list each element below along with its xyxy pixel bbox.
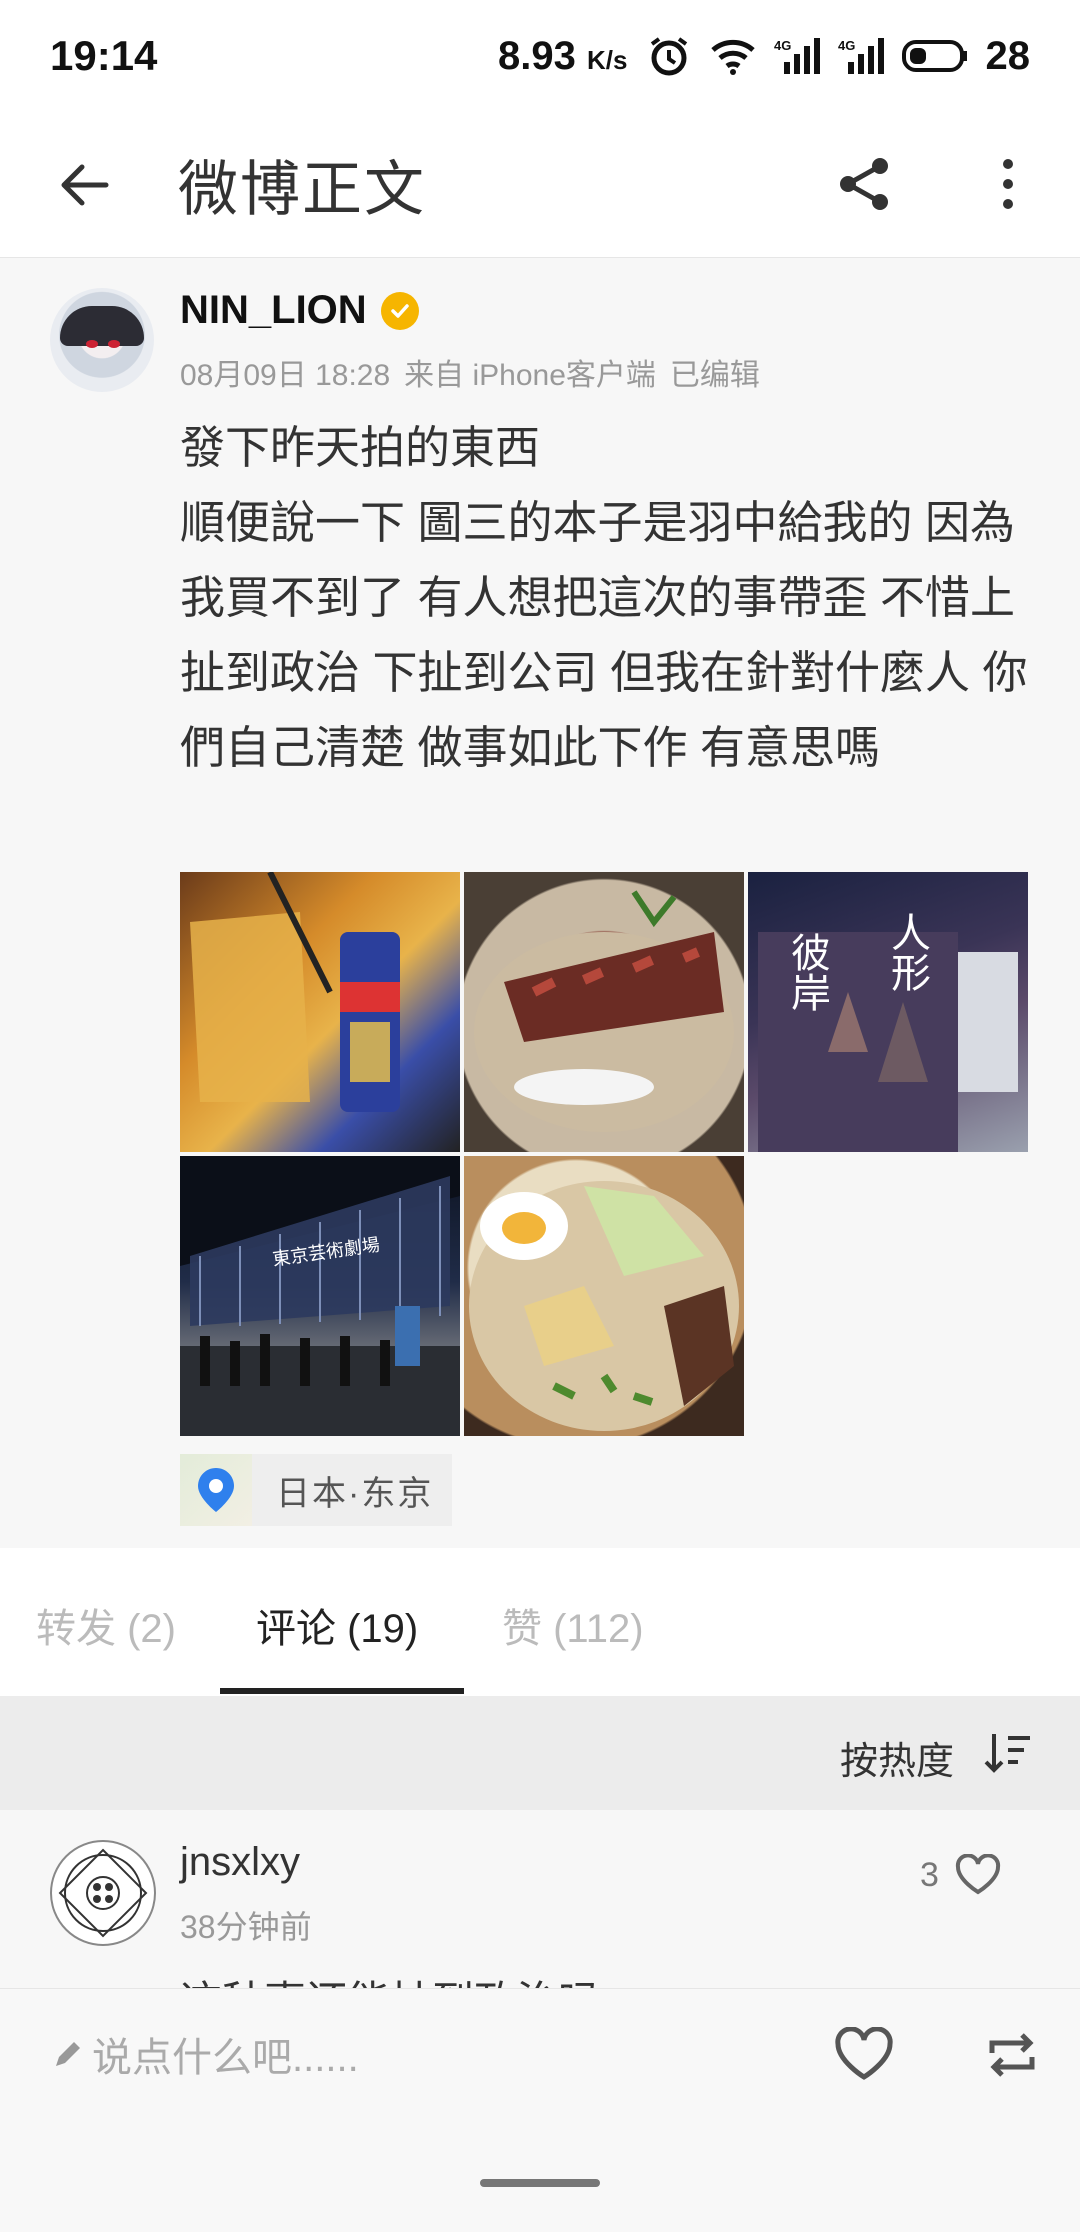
status-time: 19:14: [50, 32, 158, 79]
comment-text: 这种事还能扯到政治吗: [180, 1968, 600, 1988]
photo3-caption-right: 人形: [884, 912, 930, 992]
post-tabs: 转发 (2) 评论 (19) 赞 (112): [0, 1548, 1080, 1696]
comment-sort-bar: 按热度: [0, 1696, 1080, 1810]
share-icon[interactable]: [834, 154, 894, 214]
location-map-thumb: [180, 1454, 252, 1526]
active-tab-indicator: [220, 1688, 464, 1694]
photo-book[interactable]: 彼岸 人形: [748, 872, 1028, 1152]
tab-comment[interactable]: 评论 (19): [256, 1596, 418, 1654]
location-text: 日本·东京: [276, 1474, 434, 1513]
svg-text:4G: 4G: [774, 38, 791, 53]
comment-author[interactable]: jnsxlxy: [180, 1840, 300, 1885]
photo-theater[interactable]: 東京芸術劇場: [180, 1156, 460, 1436]
network-speed-unit: K/s: [587, 44, 628, 75]
post-card: NIN_LION 08月09日 18:28 来自 iPhone客户端 已编辑 發下昨…: [0, 258, 1080, 1548]
heart-icon: [955, 1854, 1000, 1895]
avatar[interactable]: [50, 288, 154, 392]
network-speed: 8.93 K/s: [498, 33, 628, 78]
post-source: 来自 iPhone客户端: [404, 359, 656, 392]
post-text: 發下昨天拍的東西 順便說一下 圖三的本子是羽中給我的 因為我買不到了 有人想把這…: [180, 422, 1028, 773]
comment-item: jnsxlxy 38分钟前 3 这种事还能扯到政治吗: [0, 1810, 1080, 1988]
comment-input-placeholder: 说点什么吧......: [92, 2036, 359, 2080]
photo-ramen[interactable]: [464, 1156, 744, 1436]
signal-4g-icon: 4G: [838, 38, 884, 74]
post-meta: 08月09日 18:28 来自 iPhone客户端 已编辑: [180, 350, 774, 394]
sort-icon[interactable]: [984, 1730, 1032, 1776]
status-bar: 19:14 8.93 K/s 4G 4G 28: [0, 0, 1080, 112]
wifi-icon: [710, 39, 755, 75]
more-options-icon[interactable]: [996, 154, 1020, 214]
top-app-bar: 微博正文: [0, 112, 1080, 258]
photo3-caption-left: 彼岸: [784, 932, 830, 1012]
page-title: 微博正文: [178, 156, 426, 223]
post-author-name[interactable]: NIN_LION: [180, 288, 367, 333]
status-icons: 8.93 K/s 4G 4G 28: [498, 34, 1030, 79]
back-arrow-icon[interactable]: [56, 157, 112, 213]
comment-like-button[interactable]: 3: [920, 1854, 1001, 1896]
sort-label[interactable]: 按热度: [840, 1730, 954, 1785]
svg-text:4G: 4G: [838, 38, 855, 53]
like-heart-icon[interactable]: [834, 2027, 894, 2083]
alarm-icon: [650, 37, 687, 76]
tab-repost[interactable]: 转发 (2): [36, 1596, 176, 1654]
comment-input[interactable]: 说点什么吧......: [50, 2025, 359, 2083]
location-pin-icon: [198, 1468, 234, 1512]
home-indicator: [480, 2179, 600, 2187]
post-edited-label: 已编辑: [669, 359, 760, 392]
photo-drink[interactable]: [180, 872, 460, 1152]
battery-icon: [901, 40, 967, 72]
comment-like-count: 3: [920, 1855, 939, 1894]
tab-like[interactable]: 赞 (112): [502, 1596, 644, 1654]
comment-avatar[interactable]: [50, 1840, 156, 1946]
pencil-icon: [56, 2042, 80, 2066]
verified-badge-icon: [380, 291, 419, 330]
post-date: 08月09日 18:28: [180, 359, 391, 392]
location-tag[interactable]: 日本·东京: [180, 1454, 452, 1526]
bottom-action-bar: 说点什么吧......: [0, 1988, 1080, 2232]
battery-level: 28: [985, 33, 1031, 78]
signal-4g-icon: 4G: [774, 38, 820, 74]
repost-icon[interactable]: [984, 2027, 1040, 2083]
comment-time: 38分钟前: [180, 1909, 312, 1945]
photo-steak[interactable]: [464, 872, 744, 1152]
post-author[interactable]: NIN_LION: [180, 288, 419, 333]
